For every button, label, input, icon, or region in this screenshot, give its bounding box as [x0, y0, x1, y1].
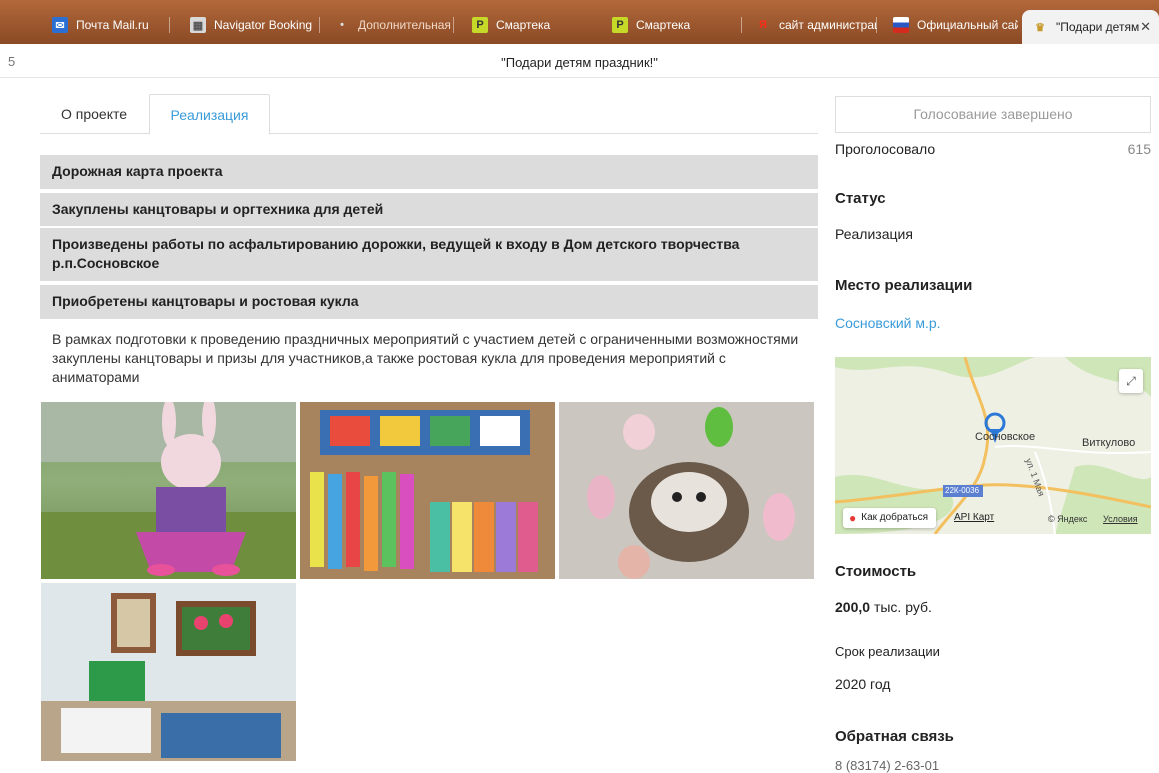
browser-tab-label: Смартека: [636, 18, 691, 32]
accordion-asphalt[interactable]: Произведены работы по асфальтированию до…: [40, 228, 818, 281]
term-value: 2020 год: [835, 676, 891, 692]
feedback-heading: Обратная связь: [835, 728, 954, 745]
cost-unit: тыс. руб.: [873, 599, 932, 615]
project-tabs: О проекте Реализация: [40, 94, 818, 135]
browser-tab-official[interactable]: Официальный сай: [893, 12, 1018, 38]
status-value: Реализация: [835, 226, 913, 242]
browser-tab-booking[interactable]: ▦ Navigator Booking: [190, 12, 320, 38]
browser-tab-label: Почта Mail.ru: [76, 18, 149, 32]
voted-label: Проголосовало: [835, 141, 936, 157]
term-label: Срок реализации: [835, 644, 940, 659]
photo-rabbit-costume[interactable]: [41, 402, 296, 579]
emblem-icon: ♛: [1035, 21, 1045, 34]
rabbit-costume-image: [41, 402, 296, 579]
browser-tab-label: сайт администрац: [779, 18, 877, 32]
fullscreen-icon[interactable]: ⤢: [1119, 369, 1143, 393]
yandex-icon: Я: [759, 19, 767, 31]
api-maps-link[interactable]: API Карт: [954, 512, 994, 523]
map-pin-icon: ●: [849, 511, 857, 525]
browser-tab-strip: ✉ Почта Mail.ru ▦ Navigator Booking • До…: [0, 0, 1159, 44]
browser-tab-label: Дополнительная с: [358, 18, 454, 32]
map-road-label: 22К-0036: [945, 486, 980, 495]
flag-icon: [893, 17, 909, 33]
cost-value: 200,0: [835, 599, 871, 615]
browser-tab-active[interactable]: ♛ "Подари детям ✕: [1022, 10, 1159, 44]
smarteka-icon: Ρ: [612, 17, 628, 33]
tab-about[interactable]: О проекте: [40, 94, 148, 134]
tab-implementation[interactable]: Реализация: [149, 94, 270, 135]
browser-tab-label: Смартека: [496, 18, 551, 32]
place-link[interactable]: Сосновский м.р.: [835, 315, 941, 331]
browser-tab-yandex[interactable]: Я сайт администрац: [755, 12, 877, 38]
status-heading: Статус: [835, 190, 886, 207]
photo-stationery[interactable]: [300, 402, 555, 579]
mail-icon: ✉: [52, 17, 68, 33]
route-button[interactable]: ● Как добраться: [843, 508, 937, 528]
cost-value-line: 200,0 тыс. руб.: [835, 599, 932, 615]
browser-tab-smarteka-1[interactable]: Ρ Смартека: [472, 12, 590, 38]
accordion-stationery[interactable]: Закуплены канцтовары и оргтехника для де…: [40, 193, 818, 226]
voting-finished-button[interactable]: Голосование завершено: [835, 96, 1151, 133]
browser-tab-label: "Подари детям: [1056, 20, 1140, 34]
map-terms-link[interactable]: Условия: [1103, 514, 1138, 524]
browser-tab-label: Navigator Booking: [214, 18, 313, 32]
accordion-description: В рамках подготовки к проведению праздни…: [52, 331, 799, 385]
doc-icon: •: [340, 19, 344, 31]
cost-heading: Стоимость: [835, 563, 917, 580]
stationery-image: [300, 402, 555, 579]
browser-tab-smarteka-2[interactable]: Ρ Смартека: [612, 12, 742, 38]
browser-tab-doc[interactable]: • Дополнительная с: [334, 12, 454, 38]
accordion-doll[interactable]: Приобретены канцтовары и ростовая кукла: [40, 285, 818, 319]
booking-icon: ▦: [190, 17, 206, 33]
map-town-label: Сосновское: [975, 431, 1036, 443]
smarteka-icon: Ρ: [472, 17, 488, 33]
browser-tab-mail[interactable]: ✉ Почта Mail.ru: [52, 12, 170, 38]
classroom-image: [41, 583, 296, 761]
location-map[interactable]: Сосновское Виткулово 22К-0036 ул. 1 Мая …: [835, 357, 1151, 534]
voted-count: 615: [1127, 141, 1151, 157]
page-header: 5 "Подари детям праздник!": [0, 44, 1159, 78]
map-village-label: Виткулово: [1082, 437, 1136, 449]
place-heading: Место реализации: [835, 277, 973, 294]
map-copyright: © Яндекс: [1048, 514, 1088, 524]
browser-tab-label: Официальный сай: [917, 18, 1018, 32]
accordion-roadmap[interactable]: Дорожная карта проекта: [40, 155, 818, 189]
toys-image: [559, 402, 814, 579]
page-title: "Подари детям праздник!": [501, 55, 658, 70]
close-tab-icon[interactable]: ✕: [1140, 19, 1151, 35]
route-button-label: Как добраться: [861, 512, 929, 523]
photo-classroom[interactable]: [41, 583, 296, 761]
photo-toys[interactable]: [559, 402, 814, 579]
